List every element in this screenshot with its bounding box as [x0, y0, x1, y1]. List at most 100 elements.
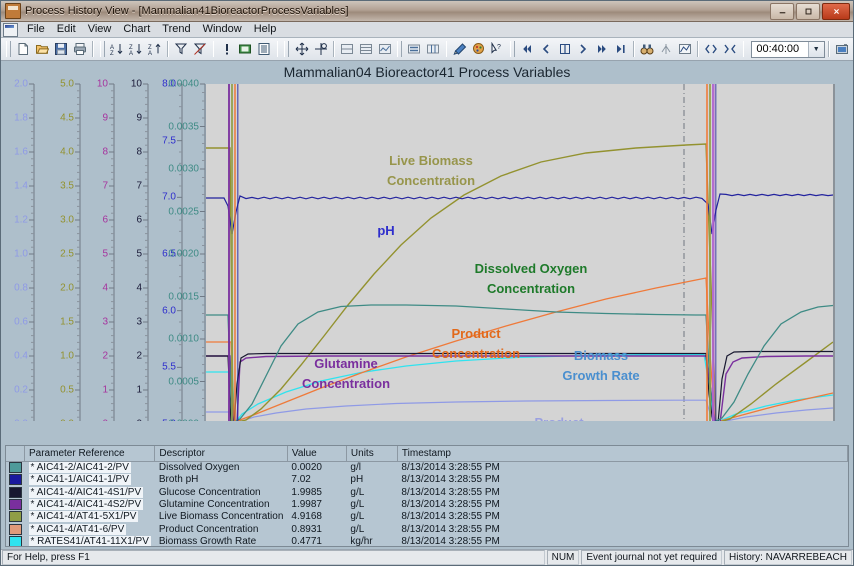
palette-icon[interactable]	[451, 39, 468, 59]
annotation-biomass-growth-rate: Biomass Growth Rate	[541, 346, 661, 386]
annotation-line: Growth Rate	[562, 368, 640, 384]
annotation-line: Concentration	[301, 376, 391, 392]
menu-trend[interactable]: Trend	[156, 22, 196, 37]
split-horizontal-icon[interactable]	[339, 39, 356, 59]
new-document-icon[interactable]	[15, 39, 32, 59]
filter-icon[interactable]	[173, 39, 190, 59]
print-icon[interactable]	[71, 39, 88, 59]
binoculars-icon[interactable]	[639, 39, 656, 59]
row-units: g/L	[350, 499, 365, 511]
zoom-region-icon[interactable]	[312, 39, 329, 59]
parameter-reference-text: * AIC41-4/AIC41-4S2/PV	[28, 499, 144, 511]
pause-icon[interactable]	[556, 39, 573, 59]
axis-3-tick-8: 2	[136, 350, 142, 362]
annotation-ph: pH	[326, 221, 446, 241]
row-descriptor: Glutamine Concentration	[158, 499, 270, 511]
row-timestamp: 8/13/2014 3:28:55 PM	[401, 474, 500, 486]
sort-az-icon[interactable]: ZA	[147, 39, 164, 59]
toolbar-grip-4[interactable]	[396, 41, 403, 57]
row-timestamp: 8/13/2014 3:28:55 PM	[401, 523, 500, 535]
annotation-product-concentration: Product Concentration	[416, 324, 536, 364]
toolbar-grip-2[interactable]	[99, 41, 105, 57]
list-icon[interactable]	[256, 39, 273, 59]
time-span-combobox[interactable]: 00:40:00 ▼	[751, 40, 825, 58]
menu-view[interactable]: View	[82, 22, 118, 37]
row-timestamp: 8/13/2014 3:28:55 PM	[401, 462, 500, 474]
axis-5-tick-4: 0.0020	[168, 248, 199, 260]
contract-icon[interactable]	[722, 39, 739, 59]
step-forward-icon[interactable]	[575, 39, 592, 59]
split-vertical-icon[interactable]	[357, 39, 374, 59]
open-folder-icon[interactable]	[34, 39, 51, 59]
minimize-button[interactable]	[770, 3, 794, 20]
skip-forward-icon[interactable]	[594, 39, 611, 59]
horizontal-bars-icon[interactable]	[406, 39, 423, 59]
table-header-row: Parameter Reference Descriptor Value Uni…	[6, 446, 848, 462]
chevron-down-icon[interactable]: ▼	[807, 41, 824, 57]
pan-icon[interactable]	[293, 39, 310, 59]
app-icon	[5, 3, 21, 19]
menu-chart[interactable]: Chart	[117, 22, 156, 37]
single-pane-icon[interactable]	[376, 39, 393, 59]
table-row[interactable]: * AIC41-4/AIC41-4S1/PV Glucose Concentrat…	[6, 486, 848, 499]
row-units: g/L	[350, 486, 365, 498]
toolbar-grip-3[interactable]	[284, 41, 290, 57]
menu-edit[interactable]: Edit	[51, 22, 82, 37]
axis-5-tick-7: 0.0005	[168, 376, 199, 387]
columns-icon[interactable]	[425, 39, 442, 59]
table-row[interactable]: * AIC41-4/AT41-6/PV Product Concentration…	[6, 523, 848, 536]
header-timestamp[interactable]: Timestamp	[397, 446, 848, 462]
row-color-swatch	[6, 499, 25, 511]
axis-5-tick-0: 0.0040	[168, 78, 199, 90]
batch-reset-band-1	[228, 84, 239, 421]
table-row[interactable]: * AIC41-1/AIC41-1/PV Broth pH 7.02 pH 8/13/2…	[6, 474, 848, 486]
annotation-line: Concentration	[486, 281, 576, 297]
axis-4-tick-1: 7.5	[162, 135, 176, 147]
parameter-table[interactable]: Parameter Reference Descriptor Value Uni…	[5, 445, 849, 547]
toolbar: AZ ZA ZA ? 00:40:00 ▼	[1, 38, 853, 61]
expand-icon[interactable]	[703, 39, 720, 59]
plot-canvas[interactable]: Live Biomass Concentration pH Dissolved Oxy…	[206, 84, 835, 421]
go-end-icon[interactable]	[612, 39, 629, 59]
row-value: 0.0020	[291, 462, 322, 474]
annotation-line: pH	[377, 223, 395, 238]
snapshot-icon[interactable]	[834, 39, 851, 59]
help-arrow-icon[interactable]: ?	[489, 39, 506, 59]
table-row[interactable]: * AIC41-2/AIC41-2/PV Dissolved Oxygen 0.00…	[6, 462, 848, 475]
menu-help[interactable]: Help	[248, 22, 283, 37]
toolbar-grip[interactable]	[6, 41, 12, 57]
row-descriptor: Product Concentration	[158, 523, 259, 535]
header-units[interactable]: Units	[346, 446, 398, 462]
printer-color-icon[interactable]	[237, 39, 254, 59]
table-row[interactable]: * RATES41/AT41-11X1/PV Biomass Growth Rat…	[6, 536, 848, 546]
header-descriptor[interactable]: Descriptor	[154, 446, 288, 462]
filter-clear-icon[interactable]	[192, 39, 209, 59]
sort-ascending-icon[interactable]: AZ	[109, 39, 126, 59]
save-disk-icon[interactable]	[53, 39, 70, 59]
table-row[interactable]: * AIC41-4/AIC41-4S2/PV Glutamine Concentr…	[6, 499, 848, 511]
title-bar: Process History View - [Mammalian41Biore…	[1, 1, 853, 22]
row-timestamp: 8/13/2014 3:28:55 PM	[401, 511, 500, 523]
sort-za-icon[interactable]: ZA	[128, 39, 145, 59]
maximize-button[interactable]	[796, 3, 820, 20]
skip-back-icon[interactable]	[519, 39, 536, 59]
menu-file[interactable]: File	[21, 22, 51, 37]
row-color-swatch	[6, 462, 25, 475]
exclamation-icon[interactable]	[218, 39, 235, 59]
header-parameter-reference[interactable]: Parameter Reference	[24, 446, 156, 462]
edit-chart-icon[interactable]	[677, 39, 694, 59]
axis-5-tick-5: 0.0015	[168, 291, 199, 302]
annotation-line: Concentration	[431, 346, 521, 362]
row-units: pH	[350, 474, 364, 486]
toolbar-grip-5[interactable]	[509, 41, 515, 57]
row-color-swatch	[6, 523, 25, 536]
paint-icon[interactable]	[470, 39, 487, 59]
table-row[interactable]: * AIC41-4/AT41-5X1/PV Live Biomass Concen…	[6, 511, 848, 523]
crosshair-icon[interactable]	[658, 39, 675, 59]
toolbar-separator-9	[742, 41, 745, 57]
row-units: g/l	[350, 462, 361, 474]
close-button[interactable]	[822, 3, 850, 20]
menu-window[interactable]: Window	[197, 22, 248, 37]
header-value[interactable]: Value	[287, 446, 347, 462]
step-back-icon[interactable]	[537, 39, 554, 59]
